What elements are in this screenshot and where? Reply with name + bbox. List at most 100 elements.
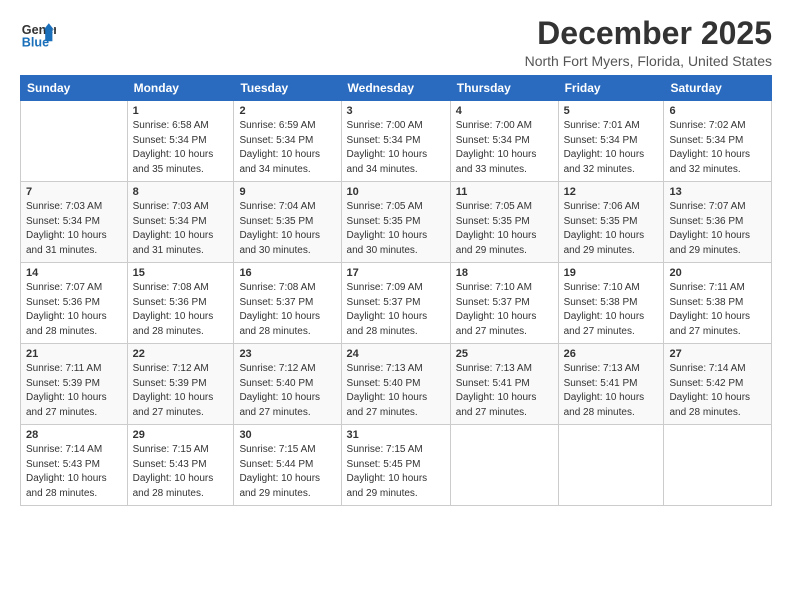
calendar-cell: 14Sunrise: 7:07 AM Sunset: 5:36 PM Dayli… (21, 263, 128, 344)
day-info: Sunrise: 7:13 AM Sunset: 5:40 PM Dayligh… (347, 362, 445, 420)
day-number: 30 (239, 429, 335, 441)
day-number: 18 (456, 267, 553, 279)
calendar-weekday-monday: Monday (127, 76, 234, 101)
day-number: 5 (564, 105, 659, 117)
day-info: Sunrise: 7:14 AM Sunset: 5:42 PM Dayligh… (669, 362, 766, 420)
day-info: Sunrise: 7:08 AM Sunset: 5:37 PM Dayligh… (239, 281, 335, 339)
main-title: December 2025 (525, 16, 772, 51)
calendar-cell: 25 Sunrise: 7:13 AM Sunset: 5:41 PM Dayli… (450, 344, 558, 425)
header: General Blue December 2025 North Fort My… (20, 16, 772, 69)
day-number: 23 (239, 348, 335, 360)
svg-text:Blue: Blue (22, 36, 49, 50)
day-info: Sunrise: 7:05 AM Sunset: 5:35 PM Dayligh… (347, 200, 445, 258)
calendar-weekday-saturday: Saturday (664, 76, 772, 101)
day-info: Sunrise: 7:10 AM Sunset: 5:38 PM Dayligh… (564, 281, 659, 339)
day-number: 27 (669, 348, 766, 360)
calendar-cell: 15 Sunrise: 7:08 AM Sunset: 5:36 PM Dayli… (127, 263, 234, 344)
calendar-cell: 7 Sunrise: 7:03 AM Sunset: 5:34 PM Daylig… (21, 182, 128, 263)
calendar-cell: 12Sunrise: 7:06 AM Sunset: 5:35 PM Dayli… (558, 182, 664, 263)
subtitle: North Fort Myers, Florida, United States (525, 53, 772, 69)
calendar-week-row: 1 Sunrise: 6:58 AM Sunset: 5:34 PM Daylig… (21, 101, 772, 182)
day-info: Sunrise: 7:15 AM Sunset: 5:43 PM Dayligh… (133, 443, 229, 501)
calendar-cell: 9 Sunrise: 7:04 AM Sunset: 5:35 PM Daylig… (234, 182, 341, 263)
day-number: 22 (133, 348, 229, 360)
calendar-cell: 24 Sunrise: 7:13 AM Sunset: 5:40 PM Dayli… (341, 344, 450, 425)
day-number: 15 (133, 267, 229, 279)
day-number: 7 (26, 186, 122, 198)
day-info: Sunrise: 7:00 AM Sunset: 5:34 PM Dayligh… (456, 119, 553, 177)
calendar-weekday-friday: Friday (558, 76, 664, 101)
day-info: Sunrise: 7:11 AM Sunset: 5:39 PM Dayligh… (26, 362, 122, 420)
calendar-cell: 13 Sunrise: 7:07 AM Sunset: 5:36 PM Dayli… (664, 182, 772, 263)
calendar-cell: 5 Sunrise: 7:01 AM Sunset: 5:34 PM Daylig… (558, 101, 664, 182)
day-info: Sunrise: 7:04 AM Sunset: 5:35 PM Dayligh… (239, 200, 335, 258)
calendar-cell: 2 Sunrise: 6:59 AM Sunset: 5:34 PM Daylig… (234, 101, 341, 182)
calendar-cell: 29 Sunrise: 7:15 AM Sunset: 5:43 PM Dayli… (127, 425, 234, 506)
day-number: 1 (133, 105, 229, 117)
day-number: 29 (133, 429, 229, 441)
day-info: Sunrise: 7:09 AM Sunset: 5:37 PM Dayligh… (347, 281, 445, 339)
calendar-cell: 3 Sunrise: 7:00 AM Sunset: 5:34 PM Daylig… (341, 101, 450, 182)
calendar-cell: 21 Sunrise: 7:11 AM Sunset: 5:39 PM Dayli… (21, 344, 128, 425)
day-info: Sunrise: 7:00 AM Sunset: 5:34 PM Dayligh… (347, 119, 445, 177)
calendar-cell: 11Sunrise: 7:05 AM Sunset: 5:35 PM Dayli… (450, 182, 558, 263)
calendar-cell: 4Sunrise: 7:00 AM Sunset: 5:34 PM Daylig… (450, 101, 558, 182)
calendar-weekday-tuesday: Tuesday (234, 76, 341, 101)
day-info: Sunrise: 7:03 AM Sunset: 5:34 PM Dayligh… (26, 200, 122, 258)
calendar-cell: 17 Sunrise: 7:09 AM Sunset: 5:37 PM Dayli… (341, 263, 450, 344)
day-number: 3 (347, 105, 445, 117)
title-area: December 2025 North Fort Myers, Florida,… (525, 16, 772, 69)
calendar-weekday-thursday: Thursday (450, 76, 558, 101)
calendar-weekday-sunday: Sunday (21, 76, 128, 101)
day-info: Sunrise: 7:10 AM Sunset: 5:37 PM Dayligh… (456, 281, 553, 339)
calendar-cell: 28Sunrise: 7:14 AM Sunset: 5:43 PM Dayli… (21, 425, 128, 506)
day-info: Sunrise: 7:15 AM Sunset: 5:45 PM Dayligh… (347, 443, 445, 501)
day-number: 26 (564, 348, 659, 360)
day-number: 9 (239, 186, 335, 198)
day-number: 20 (669, 267, 766, 279)
calendar-cell: 8Sunrise: 7:03 AM Sunset: 5:34 PM Daylig… (127, 182, 234, 263)
calendar-week-row: 21 Sunrise: 7:11 AM Sunset: 5:39 PM Dayli… (21, 344, 772, 425)
calendar-cell: 6 Sunrise: 7:02 AM Sunset: 5:34 PM Daylig… (664, 101, 772, 182)
calendar-week-row: 14Sunrise: 7:07 AM Sunset: 5:36 PM Dayli… (21, 263, 772, 344)
calendar-cell: 23Sunrise: 7:12 AM Sunset: 5:40 PM Dayli… (234, 344, 341, 425)
calendar-week-row: 7 Sunrise: 7:03 AM Sunset: 5:34 PM Daylig… (21, 182, 772, 263)
day-number: 24 (347, 348, 445, 360)
day-number: 11 (456, 186, 553, 198)
day-info: Sunrise: 7:13 AM Sunset: 5:41 PM Dayligh… (456, 362, 553, 420)
day-number: 25 (456, 348, 553, 360)
day-info: Sunrise: 7:02 AM Sunset: 5:34 PM Dayligh… (669, 119, 766, 177)
calendar-weekday-wednesday: Wednesday (341, 76, 450, 101)
day-info: Sunrise: 7:01 AM Sunset: 5:34 PM Dayligh… (564, 119, 659, 177)
calendar-cell (558, 425, 664, 506)
day-info: Sunrise: 6:58 AM Sunset: 5:34 PM Dayligh… (133, 119, 229, 177)
day-info: Sunrise: 7:12 AM Sunset: 5:39 PM Dayligh… (133, 362, 229, 420)
calendar-cell: 1 Sunrise: 6:58 AM Sunset: 5:34 PM Daylig… (127, 101, 234, 182)
day-number: 21 (26, 348, 122, 360)
calendar-cell: 20Sunrise: 7:11 AM Sunset: 5:38 PM Dayli… (664, 263, 772, 344)
day-info: Sunrise: 7:15 AM Sunset: 5:44 PM Dayligh… (239, 443, 335, 501)
day-number: 2 (239, 105, 335, 117)
calendar-cell: 22 Sunrise: 7:12 AM Sunset: 5:39 PM Dayli… (127, 344, 234, 425)
calendar-week-row: 28Sunrise: 7:14 AM Sunset: 5:43 PM Dayli… (21, 425, 772, 506)
day-number: 10 (347, 186, 445, 198)
day-info: Sunrise: 7:08 AM Sunset: 5:36 PM Dayligh… (133, 281, 229, 339)
day-number: 17 (347, 267, 445, 279)
day-number: 28 (26, 429, 122, 441)
day-number: 6 (669, 105, 766, 117)
page: General Blue December 2025 North Fort My… (0, 0, 792, 612)
day-number: 12 (564, 186, 659, 198)
calendar-cell: 26 Sunrise: 7:13 AM Sunset: 5:41 PM Dayli… (558, 344, 664, 425)
calendar-table: SundayMondayTuesdayWednesdayThursdayFrid… (20, 75, 772, 506)
calendar-cell: 16Sunrise: 7:08 AM Sunset: 5:37 PM Dayli… (234, 263, 341, 344)
day-number: 19 (564, 267, 659, 279)
day-info: Sunrise: 6:59 AM Sunset: 5:34 PM Dayligh… (239, 119, 335, 177)
calendar-cell: 31 Sunrise: 7:15 AM Sunset: 5:45 PM Dayli… (341, 425, 450, 506)
calendar-cell: 27 Sunrise: 7:14 AM Sunset: 5:42 PM Dayli… (664, 344, 772, 425)
day-number: 13 (669, 186, 766, 198)
day-info: Sunrise: 7:13 AM Sunset: 5:41 PM Dayligh… (564, 362, 659, 420)
day-info: Sunrise: 7:07 AM Sunset: 5:36 PM Dayligh… (669, 200, 766, 258)
logo-icon: General Blue (20, 16, 56, 52)
day-number: 31 (347, 429, 445, 441)
calendar-cell (450, 425, 558, 506)
